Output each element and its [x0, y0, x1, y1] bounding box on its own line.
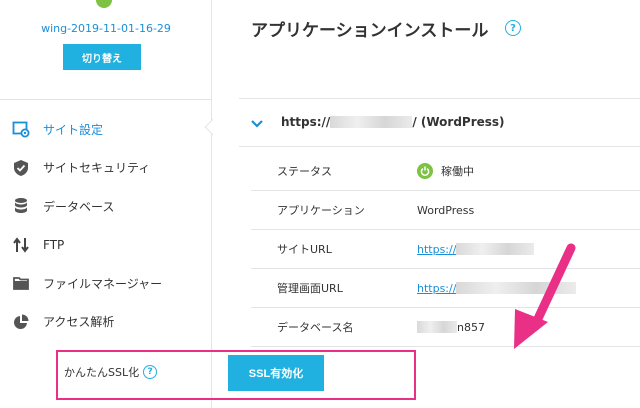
annotation-arrow: [514, 243, 576, 349]
